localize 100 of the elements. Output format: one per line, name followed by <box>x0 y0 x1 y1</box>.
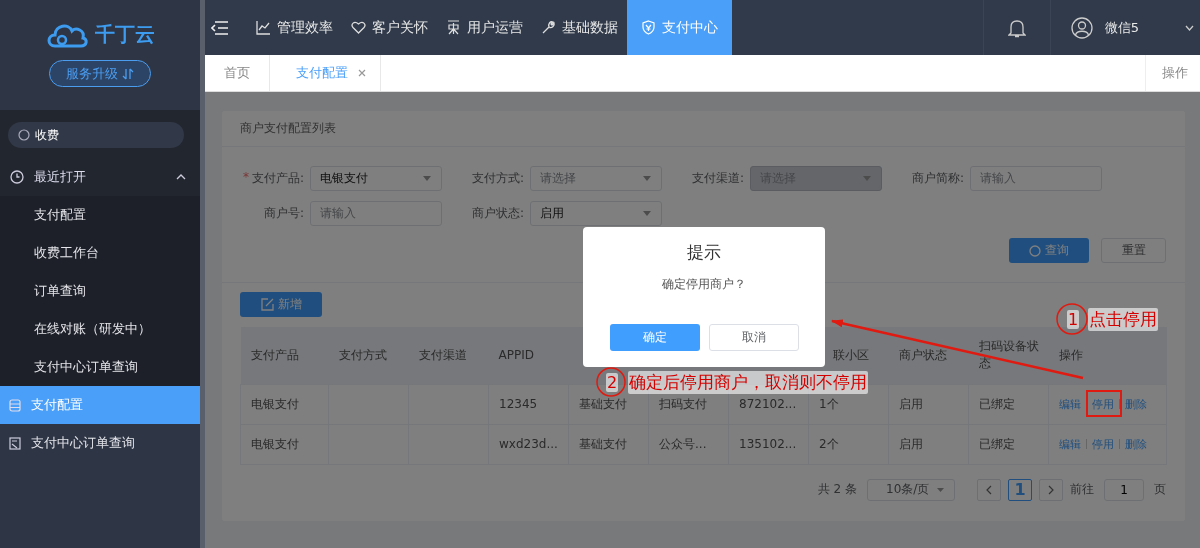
edit-icon <box>260 298 274 311</box>
table-cell: 启用 <box>899 396 923 411</box>
chart-icon <box>256 20 271 35</box>
chevron-right-icon <box>1048 484 1054 495</box>
menu-icon[interactable] <box>211 20 229 35</box>
swap-icon <box>122 67 134 80</box>
table-cell: 电银支付 <box>251 436 299 451</box>
page-tab[interactable]: 支付配置 <box>270 55 381 91</box>
user-name[interactable]: 微信5 <box>1104 18 1139 37</box>
table-cell: 基础支付 <box>579 396 627 411</box>
number-circle <box>1056 303 1088 335</box>
table-cell: wxd23d... <box>499 437 558 451</box>
page-input[interactable]: 1 <box>1104 478 1144 501</box>
field-label: 商户号: <box>263 205 304 222</box>
nav-tab[interactable]: 支付中心 <box>627 0 732 55</box>
action-link[interactable]: 删除 <box>1125 436 1147 452</box>
page-suffix: 页 <box>1154 481 1166 498</box>
menu-item[interactable]: 支付中心订单查询 <box>0 348 200 386</box>
action-link[interactable]: 停用 <box>1092 396 1114 412</box>
close-icon[interactable] <box>358 69 366 77</box>
field-label: 支付方式: <box>471 170 524 187</box>
select-field[interactable]: 启用 <box>530 201 662 226</box>
table-cell: 启用 <box>899 436 923 451</box>
column-header: 支付方式 <box>338 347 387 362</box>
menu-item[interactable]: 支付配置 <box>0 386 200 424</box>
action-link[interactable]: 编辑 <box>1059 436 1081 452</box>
table-cell: 1个 <box>819 396 839 411</box>
shield-icon <box>641 20 656 35</box>
column-header: 联小区 <box>832 347 869 362</box>
table-cell: 2个 <box>819 436 839 451</box>
chevron-icon <box>176 174 186 180</box>
heart-icon <box>351 20 366 35</box>
nav-tab[interactable]: 基础数据 <box>532 0 627 55</box>
menu-item[interactable]: 订单查询 <box>0 272 200 310</box>
caret-icon <box>643 211 651 216</box>
column-header: 支付渠道 <box>418 347 467 362</box>
reset-button[interactable]: 重置 <box>1101 238 1166 263</box>
table-cell: 电银支付 <box>251 396 299 411</box>
search-icon <box>18 129 30 141</box>
annotation-text: 确定后停用商户，取消则不停用 <box>628 371 869 394</box>
table-cell: 扫码支付 <box>659 396 707 411</box>
column-header: 扫码设备状态 <box>978 339 1039 371</box>
wrench-icon <box>541 20 556 35</box>
page-size-select[interactable]: 10条/页 <box>867 478 955 501</box>
menu-item[interactable]: 收费工作台 <box>0 234 200 272</box>
search-field[interactable]: 收费 <box>8 122 184 148</box>
step-number: 1 <box>1067 310 1080 329</box>
field-label: 商户简称: <box>911 170 964 187</box>
chevron-left-icon <box>986 484 992 495</box>
menu-item[interactable]: 支付配置 <box>0 196 200 234</box>
number-circle <box>596 367 626 397</box>
clock-icon <box>10 170 24 184</box>
required-mark: * <box>242 170 249 186</box>
database-icon <box>9 398 21 412</box>
table-cell: 135102... <box>739 437 797 451</box>
dialog-message: 确定停用商户？ <box>662 276 746 293</box>
select-field[interactable]: 电银支付 <box>310 166 442 191</box>
total-count: 共 2 条 <box>817 481 857 498</box>
nav-tab[interactable]: 用户运营 <box>437 0 532 55</box>
table-cell: 12345 <box>499 397 538 411</box>
table-cell: 已绑定 <box>979 436 1015 451</box>
nav-tab[interactable]: 管理效率 <box>247 0 342 55</box>
field-label: 支付产品: <box>251 170 304 187</box>
page-button[interactable]: 1 <box>1008 478 1032 501</box>
logo-text: 千丁云 <box>95 20 155 48</box>
search-button[interactable]: 查询 <box>1009 238 1089 263</box>
chevron-icon[interactable] <box>1185 24 1194 31</box>
nav-tab[interactable]: 客户关怀 <box>342 0 437 55</box>
caret-icon <box>937 487 944 492</box>
caret-icon <box>423 176 431 181</box>
table-cell: 基础支付 <box>579 436 627 451</box>
table-cell: 公众号... <box>659 436 707 451</box>
action-link[interactable]: 编辑 <box>1059 396 1081 412</box>
caret-icon <box>643 176 651 181</box>
document-icon <box>9 436 21 450</box>
menu-item[interactable]: 在线对账（研发中） <box>0 310 200 348</box>
caret-icon <box>863 176 871 181</box>
menu-section[interactable]: 最近打开 <box>0 158 200 196</box>
menu-item[interactable]: 支付中心订单查询 <box>0 424 200 462</box>
field-label: 商户状态: <box>471 205 524 222</box>
highlight-box <box>1086 390 1122 417</box>
add-button[interactable]: 新增 <box>240 292 322 317</box>
action-link[interactable]: 删除 <box>1125 396 1147 412</box>
column-header: APPID <box>498 348 534 363</box>
page-tab[interactable]: 首页 <box>205 55 270 91</box>
field-label: 支付渠道: <box>691 170 744 187</box>
confirm-button[interactable]: 确定 <box>609 324 700 351</box>
bell-icon[interactable] <box>1007 17 1026 38</box>
dialog-title: 提示 <box>687 241 721 264</box>
user-card-icon <box>446 20 461 35</box>
actions-dropdown[interactable]: 操作 <box>1145 55 1200 91</box>
goto-label: 前往 <box>1070 481 1094 498</box>
table-cell: 872102... <box>739 397 797 411</box>
card-title: 商户支付配置列表 <box>222 111 1185 147</box>
column-header: 操作 <box>1058 347 1083 362</box>
action-link[interactable]: 停用 <box>1092 436 1114 452</box>
search-icon <box>1029 244 1041 257</box>
annotation-text: 点击停用 <box>1088 308 1159 331</box>
upgrade-button[interactable]: 服务升级 <box>49 60 151 87</box>
cancel-button[interactable]: 取消 <box>708 324 799 351</box>
